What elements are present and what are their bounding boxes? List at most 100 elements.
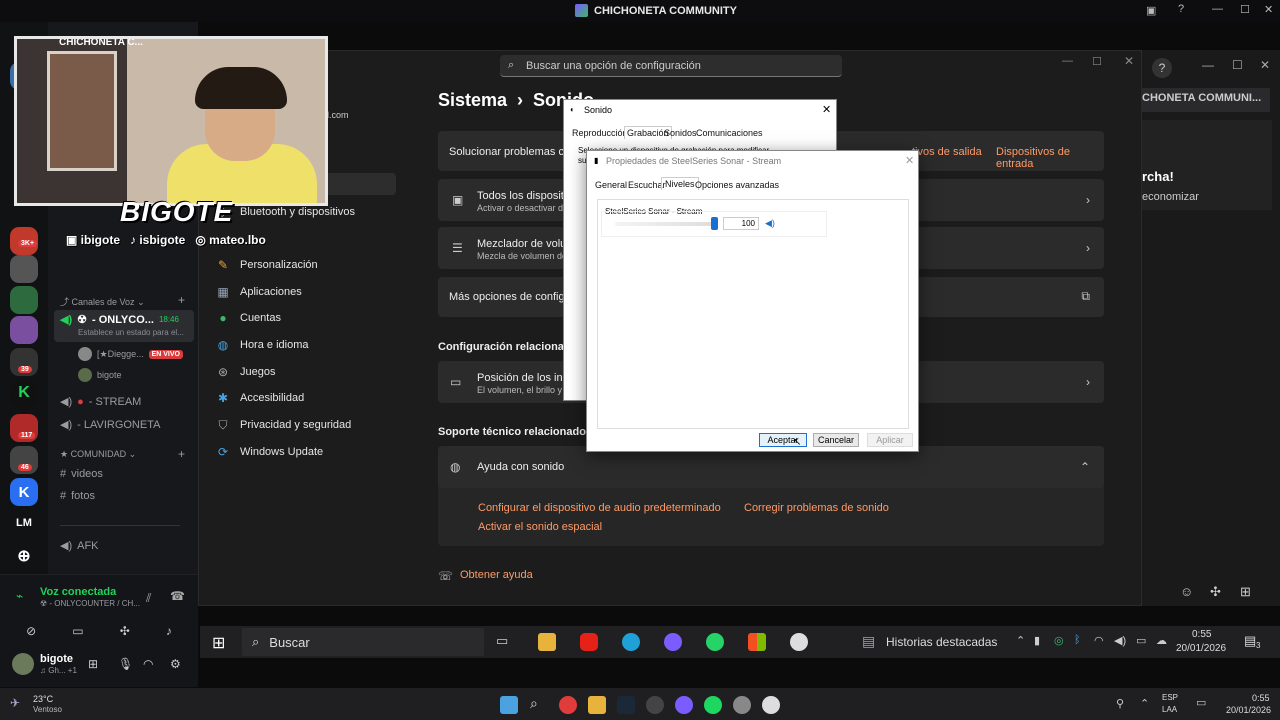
level-input[interactable]: 100 [723, 217, 759, 230]
fix-sound-link[interactable]: Corregir problemas de sonido [744, 502, 889, 514]
channel-item[interactable]: ◀) ☢ - ONLYCO... 18:46 [60, 313, 179, 327]
output-devices-link[interactable]: tivos de salida [912, 146, 982, 158]
input-devices-link[interactable]: Dispositivos de entrada [996, 146, 1104, 170]
settings-search-input[interactable]: Buscar una opción de configuración [500, 55, 842, 77]
cloud-icon[interactable]: ☁ [1156, 634, 1167, 647]
tray-chevron-icon[interactable]: ⌃ [1016, 634, 1025, 647]
headphones-icon[interactable]: ◠ [143, 657, 153, 671]
minimize-button[interactable]: — [1202, 58, 1214, 72]
spatial-sound-link[interactable]: Activar el sonido espacial [478, 521, 602, 533]
voice-channel[interactable]: ☢ - ONLYCOUNTER / CH... [40, 599, 140, 608]
whatsapp-icon[interactable] [706, 633, 724, 651]
file-explorer-icon[interactable] [588, 696, 606, 714]
browser-tab[interactable]: CHONETA COMMUNI... [1142, 88, 1270, 112]
store-icon[interactable] [748, 633, 766, 651]
tab-sonidos[interactable]: Sonidos [664, 128, 697, 138]
tray-app-icon[interactable]: ◎ [1054, 634, 1064, 647]
edge-icon[interactable] [622, 633, 640, 651]
inbox-icon[interactable]: ▣ [1146, 4, 1156, 17]
server-icon[interactable] [10, 286, 38, 314]
tab-general[interactable]: General [595, 180, 627, 190]
comunidad-category[interactable]: ★ COMUNIDAD ⌄ [60, 449, 136, 460]
task-view-icon[interactable]: ▭ [496, 633, 514, 651]
language-code[interactable]: ESP [1162, 693, 1178, 702]
maximize-button[interactable]: ☐ [1232, 58, 1243, 72]
steelseries-icon[interactable] [790, 633, 808, 651]
channel-item[interactable]: ◀) - LAVIRGONETA [60, 418, 160, 432]
breadcrumb-root[interactable]: Sistema [438, 90, 507, 111]
nav-bluetooth[interactable]: ᛒ Bluetooth y dispositivos [216, 205, 355, 219]
chevron-up-icon[interactable]: ⌃ [1080, 460, 1090, 474]
nav-accessibility[interactable]: ✱ Accesibilidad [216, 391, 304, 405]
steelseries-icon[interactable] [762, 696, 780, 714]
apps-icon[interactable]: ✣ [1210, 584, 1221, 600]
clock-time[interactable]: 0:55 [1192, 629, 1211, 640]
close-button[interactable]: ✕ [1124, 54, 1134, 68]
disconnect-icon[interactable]: ☎ [170, 589, 185, 603]
camera-off-icon[interactable]: ⊘ [26, 624, 36, 638]
tab-comunicaciones[interactable]: Comunicaciones [696, 128, 763, 138]
voice-user[interactable]: [★Diegge... EN VIVO [78, 347, 183, 361]
soundboard-icon[interactable]: ♪ [166, 624, 172, 638]
nav-accounts[interactable]: ● Cuentas [216, 311, 281, 325]
weather-desc[interactable]: Ventoso [33, 705, 62, 714]
channel-item[interactable]: # videos [60, 468, 103, 480]
add-channel-icon[interactable]: + [178, 447, 185, 461]
highlights-label[interactable]: Historias destacadas [886, 635, 997, 649]
voice-user[interactable]: bigote [78, 368, 122, 382]
level-slider-track[interactable] [615, 222, 715, 226]
channel-item[interactable]: ◀) ● - STREAM [60, 395, 141, 409]
nav-privacy[interactable]: ⛉ Privacidad y seguridad [216, 418, 351, 432]
server-icon[interactable] [10, 255, 38, 283]
app-icon[interactable] [646, 696, 664, 714]
discord-icon[interactable] [664, 633, 682, 651]
clock-date[interactable]: 20/01/2026 [1226, 705, 1271, 715]
network-icon[interactable]: ▭ [1196, 696, 1206, 709]
server-icon[interactable]: K [10, 379, 38, 407]
youtube-icon[interactable] [580, 633, 598, 651]
bluetooth-icon[interactable]: ᛒ [1074, 634, 1081, 646]
channel-status[interactable]: Establece un estado para el... [78, 328, 184, 337]
microphone-icon[interactable]: 🎙 [118, 657, 133, 671]
close-button[interactable]: ✕ [905, 154, 914, 167]
clock-date[interactable]: 20/01/2026 [1176, 643, 1226, 654]
voice-category[interactable]: ⤴ Canales de Voz ⌄ [60, 295, 145, 308]
close-button[interactable]: ✕ [822, 103, 831, 116]
minimize-button[interactable]: — [1062, 55, 1073, 67]
microphone-icon[interactable]: ▮ [1034, 634, 1040, 647]
server-icon[interactable]: LM [10, 509, 38, 537]
activities-icon[interactable]: ✣ [120, 624, 130, 638]
tab-opciones-avanzadas[interactable]: Opciones avanzadas [695, 180, 779, 190]
add-channel-icon[interactable]: + [178, 293, 185, 307]
minimize-button[interactable]: — [1212, 3, 1223, 15]
language-layout[interactable]: LAA [1162, 705, 1177, 714]
tray-chevron-icon[interactable]: ⌃ [1140, 697, 1149, 710]
close-button[interactable]: ✕ [1260, 58, 1270, 72]
search-icon[interactable]: ⌕ [530, 695, 538, 712]
config-audio-link[interactable]: Configurar el dispositivo de audio prede… [478, 502, 721, 514]
steam-icon[interactable] [617, 696, 635, 714]
tab-reproduccion[interactable]: Reproducción [572, 128, 628, 138]
voice-status[interactable]: Voz conectada [40, 586, 116, 598]
noise-suppression-icon[interactable]: ⫽ [146, 591, 151, 606]
channel-item[interactable]: ◀) AFK [60, 539, 99, 553]
add-server-icon[interactable]: ⊕ [10, 542, 38, 570]
settings-icon[interactable]: ⚙ [170, 657, 181, 671]
help-icon[interactable]: ? [1178, 3, 1184, 15]
screen-share-icon[interactable]: ▭ [72, 624, 83, 638]
nav-gaming[interactable]: ⊛ Juegos [216, 365, 276, 379]
location-icon[interactable]: ⚲ [1116, 697, 1124, 710]
taskbar-search[interactable]: ⌕ Buscar [242, 628, 484, 656]
level-slider-thumb[interactable] [711, 217, 718, 230]
windows-start-icon[interactable] [500, 696, 518, 714]
spotify-icon[interactable] [704, 696, 722, 714]
clock-time[interactable]: 0:55 [1252, 693, 1270, 703]
notifications-icon[interactable]: ▤ [1244, 633, 1256, 649]
tab-escuchar[interactable]: Escuchar [628, 180, 666, 190]
file-explorer-icon[interactable] [538, 633, 556, 651]
nav-apps[interactable]: ▦ Aplicaciones [216, 285, 301, 299]
maximize-button[interactable]: ☐ [1240, 3, 1250, 16]
emoji-icon[interactable]: ☺ [1180, 584, 1193, 599]
settings-icon[interactable] [733, 696, 751, 714]
opera-icon[interactable] [559, 696, 577, 714]
